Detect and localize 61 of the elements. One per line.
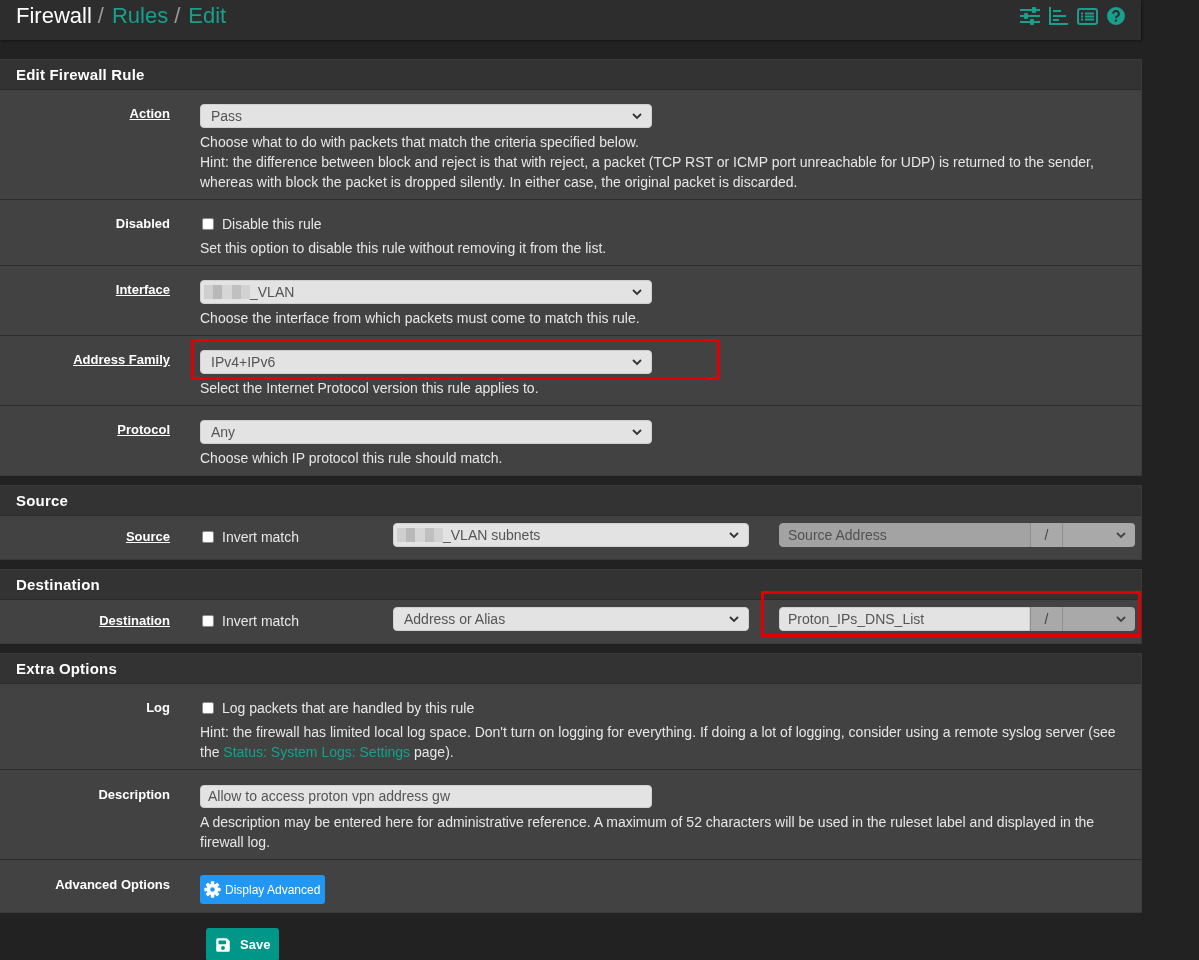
chevron-icon — [729, 615, 739, 623]
breadcrumb-link[interactable]: Rules — [111, 4, 169, 28]
checkbox-label: Log packets that are handled by this rule — [222, 699, 475, 718]
chevron-icon — [1116, 615, 1126, 623]
chevron-icon — [1116, 531, 1126, 539]
chevron-icon — [632, 428, 642, 436]
settings-link[interactable]: Status: System Logs: Settings — [223, 744, 411, 760]
field-label: Disabled — [115, 216, 170, 231]
field-label: Interface — [115, 282, 170, 297]
checkbox-label: Disable this rule — [222, 215, 322, 234]
dropdown[interactable]: _VLAN — [200, 280, 652, 304]
gear-icon — [204, 881, 221, 898]
panel-title: Extra Options — [16, 658, 117, 679]
panel-title: Destination — [16, 574, 100, 595]
dropdown[interactable]: IPv4+IPv6 — [200, 350, 652, 374]
display-advanced-button[interactable]: Display Advanced — [200, 875, 326, 904]
panel-title: Source — [16, 490, 69, 511]
field-label: Description — [98, 787, 170, 802]
help-text: Choose what to do with packets that match the criteria specified below. — [200, 133, 640, 152]
help-text: Hint: the firewall has limited local log space. Don't turn on logging for everything. If doing a lot of logging, consider using a remote syslog server (see the Status: System Logs: Settings page). — [200, 723, 1117, 762]
checkbox-label: Invert match — [222, 528, 300, 547]
help-text: Choose the interface from which packets must come to match this rule. — [200, 309, 641, 328]
dropdown[interactable]: Pass — [200, 104, 652, 128]
slash-separator: / — [1044, 526, 1049, 544]
help-text: Choose which IP protocol this rule should match. — [200, 449, 504, 468]
field-label: Advanced Options — [55, 877, 170, 892]
field-label: Address Family — [73, 352, 170, 367]
help-text: Hint: the difference between block and reject is that with reject, a packet (TCP RST or ICMP port unreachable for UDP) is returned to the sender, whereas with block the packet is dropped silently. In either case, the original packet is discarded. — [200, 153, 1095, 192]
dropdown[interactable]: Any — [200, 420, 652, 444]
help-text: A description may be entered here for administrative reference. A maximum of 52 characters will be used in the ruleset label and displayed in the firewall log. — [200, 813, 1096, 852]
dropdown[interactable]: _VLAN subnets — [393, 523, 749, 547]
checkbox[interactable] — [202, 218, 214, 230]
field-label: Action — [129, 106, 170, 121]
list-icon[interactable] — [1077, 7, 1098, 25]
field-label: Log — [146, 700, 170, 715]
dropdown[interactable]: Address or Alias — [393, 607, 749, 631]
breadcrumb-separator: / — [174, 4, 181, 28]
checkbox[interactable] — [202, 702, 214, 714]
save-button[interactable]: Save — [206, 928, 280, 960]
checkbox[interactable] — [202, 531, 214, 543]
panel-title: Edit Firewall Rule — [16, 64, 145, 85]
breadcrumb-link[interactable]: Edit — [188, 4, 227, 28]
help-icon[interactable] — [1107, 7, 1125, 25]
help-text: Select the Internet Protocol version this rule applies to. — [200, 379, 540, 398]
help-text: Set this option to disable this rule without removing it from the list. — [200, 239, 608, 258]
chevron-icon — [632, 288, 642, 296]
text-input[interactable]: Allow to access proton vpn address gw — [200, 785, 652, 808]
slash-separator: / — [1044, 610, 1049, 628]
breadcrumb-separator: / — [97, 4, 104, 28]
chevron-icon — [632, 112, 642, 120]
checkbox-label: Invert match — [222, 612, 300, 631]
page-title: Firewall — [16, 4, 92, 28]
field-label: Source — [125, 529, 170, 544]
field-label: Destination — [99, 613, 170, 628]
address-input[interactable]: Proton_IPs_DNS_List — [779, 607, 1030, 631]
field-label: Protocol — [117, 422, 170, 437]
checkbox[interactable] — [202, 615, 214, 627]
chevron-icon — [632, 358, 642, 366]
sliders-icon[interactable] — [1020, 7, 1040, 25]
bar-chart-icon[interactable] — [1049, 7, 1068, 25]
chevron-icon — [729, 531, 739, 539]
